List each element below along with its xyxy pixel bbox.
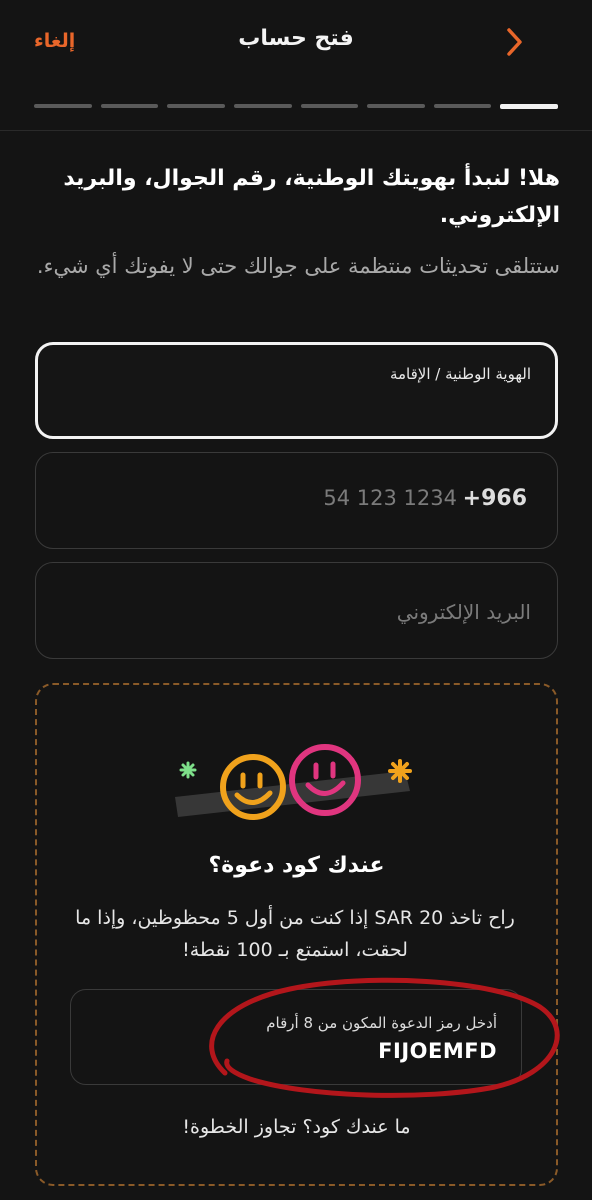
invite-code-label: أدخل رمز الدعوة المكون من 8 أرقام xyxy=(266,1014,497,1032)
smiley-faces-illustration xyxy=(175,744,412,820)
progress-step xyxy=(500,104,558,109)
phone-placeholder: 54 123 1234 xyxy=(323,486,457,510)
intro-headline: هلا! لنبدأ بهويتك الوطنية، رقم الجوال، و… xyxy=(63,166,560,228)
email-field[interactable]: البريد الإلكتروني xyxy=(35,562,558,659)
national-id-label: الهوية الوطنية / الإقامة xyxy=(389,365,531,383)
email-placeholder: البريد الإلكتروني xyxy=(396,600,531,624)
orange-sparkle-icon xyxy=(388,759,412,783)
progress-step xyxy=(433,104,492,108)
progress-step xyxy=(367,104,425,108)
invite-code-value[interactable]: FIJOEMFD xyxy=(378,1039,497,1063)
country-code[interactable]: +966 xyxy=(463,486,527,511)
progress-step xyxy=(34,104,92,108)
invite-code-input[interactable]: أدخل رمز الدعوة المكون من 8 أرقام FIJOEM… xyxy=(70,989,522,1085)
header-divider xyxy=(0,130,592,131)
progress-step xyxy=(233,104,292,108)
back-button[interactable] xyxy=(496,22,536,62)
skip-step-link[interactable]: ما عندك كود؟ تجاوز الخطوة! xyxy=(35,1116,558,1138)
green-sparkle-icon xyxy=(179,761,197,779)
chevron-right-icon xyxy=(507,28,522,56)
progress-step xyxy=(100,104,159,108)
intro-subtitle: ستتلقى تحديثات منتظمة على جوالك حتى لا ي… xyxy=(36,254,560,278)
invite-title: عندك كود دعوة؟ xyxy=(208,853,385,878)
top-bar: إلغاء فتح حساب xyxy=(0,0,592,90)
national-id-field[interactable]: الهوية الوطنية / الإقامة xyxy=(35,342,558,439)
invite-description: راح تاخذ 20 SAR إذا كنت من أول 5 محظوظين… xyxy=(75,907,515,961)
phone-field[interactable]: +966 54 123 1234 xyxy=(35,452,558,549)
progress-step xyxy=(167,104,225,108)
progress-steps xyxy=(34,104,558,110)
progress-step xyxy=(300,104,359,108)
